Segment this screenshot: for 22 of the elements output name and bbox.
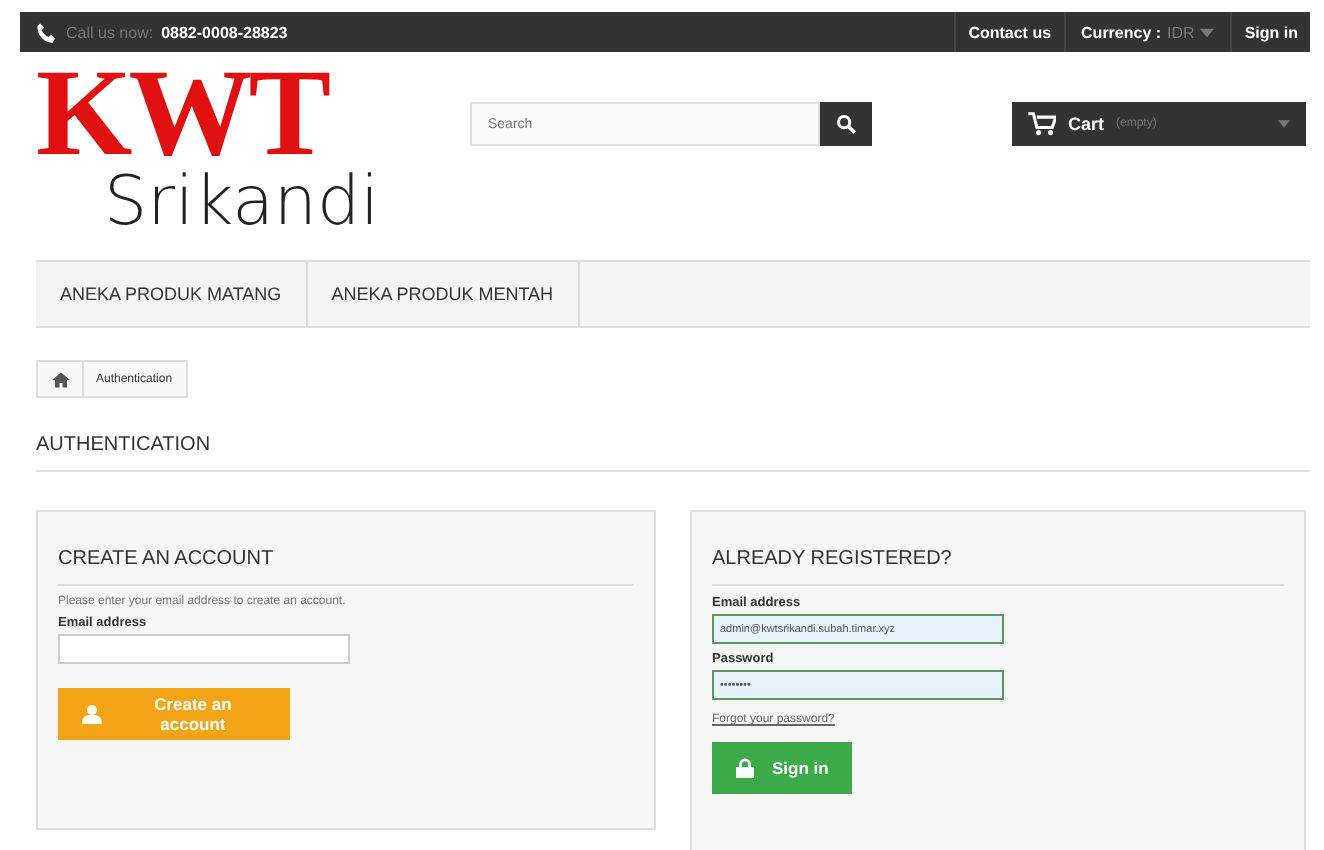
menu-item[interactable]: ANEKA PRODUK MATANG xyxy=(36,262,308,326)
page-title: AUTHENTICATION xyxy=(36,434,1310,472)
user-icon xyxy=(82,704,102,724)
call-label: Call us now: xyxy=(66,23,154,41)
search-icon xyxy=(836,114,856,134)
contact-link[interactable]: Contact us xyxy=(954,12,1064,52)
menu-item[interactable]: ANEKA PRODUK MENTAH xyxy=(307,262,580,326)
currency-label: Currency : xyxy=(1081,23,1162,41)
panel-title: CREATE AN ACCOUNT xyxy=(58,548,634,586)
email-field[interactable] xyxy=(58,634,350,664)
logo-subtitle: Srikandi xyxy=(104,164,382,240)
sign-in-link[interactable]: Sign in xyxy=(1230,12,1310,52)
phone-icon xyxy=(36,21,58,43)
home-icon[interactable] xyxy=(52,371,70,387)
caret-icon xyxy=(1200,27,1215,37)
logo-text: KWT xyxy=(36,64,329,164)
panel-title: ALREADY REGISTERED? xyxy=(712,548,1284,586)
cart-icon xyxy=(1028,112,1056,136)
phone-number: 0882-0008-28823 xyxy=(161,23,288,41)
search-button[interactable] xyxy=(820,102,872,146)
lock-icon xyxy=(736,758,754,778)
caret-icon xyxy=(1278,120,1290,128)
